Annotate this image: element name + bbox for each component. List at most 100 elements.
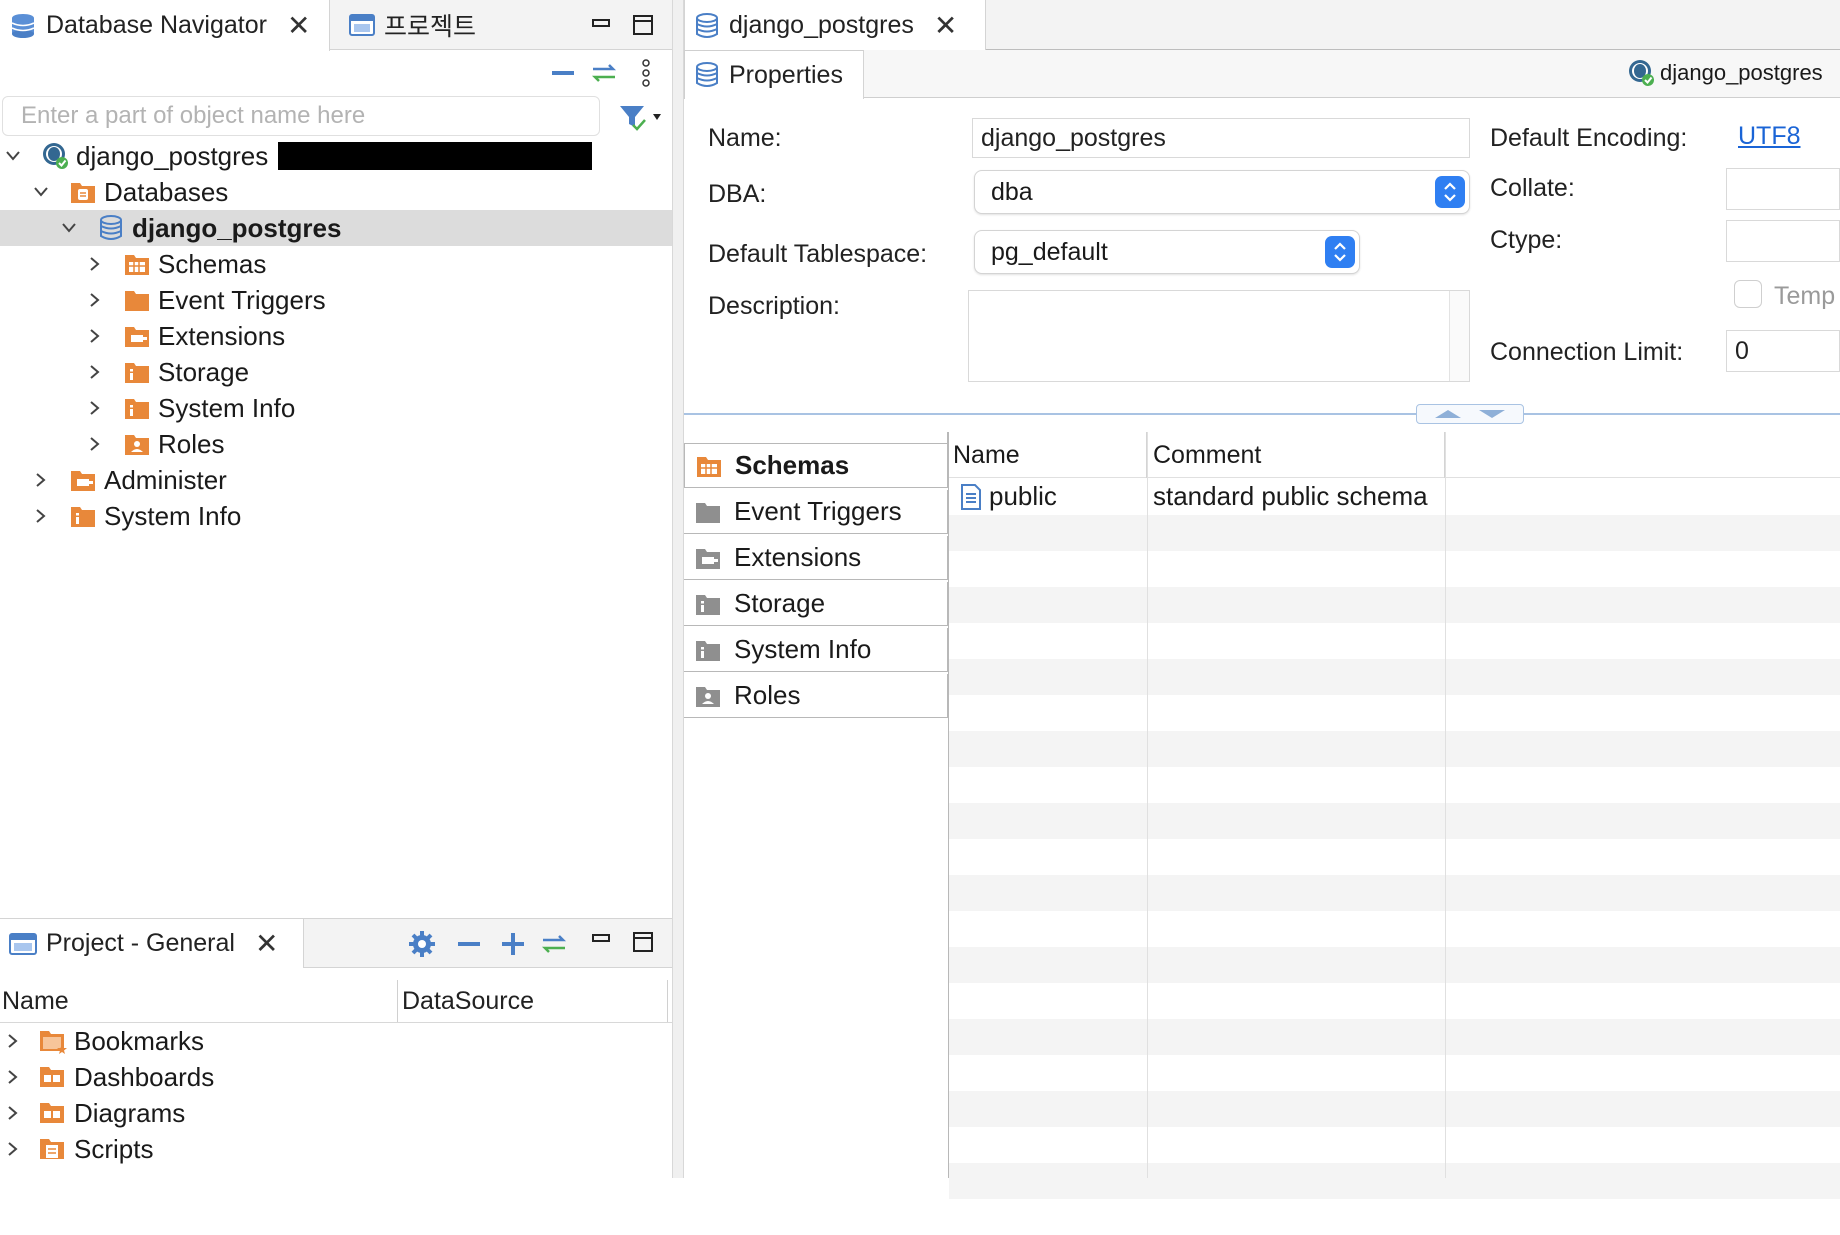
dba-select[interactable]: dba — [974, 170, 1470, 214]
section-event-triggers[interactable]: Event Triggers — [684, 490, 948, 534]
select-stepper-icon — [1325, 236, 1355, 268]
chevron-right-icon[interactable] — [82, 318, 108, 354]
chevron-right-icon[interactable] — [82, 390, 108, 426]
default-encoding-label: Default Encoding: — [1490, 124, 1688, 152]
default-tablespace-select[interactable]: pg_default — [974, 230, 1360, 274]
section-extensions[interactable]: Extensions — [684, 536, 948, 580]
chevron-down-icon[interactable] — [56, 210, 82, 246]
minimize-button[interactable] — [588, 12, 614, 38]
section-label: Extensions — [734, 542, 862, 572]
tab-django-postgres-editor[interactable]: django_postgres ✕ — [684, 0, 986, 51]
collapse-all-icon[interactable] — [454, 931, 484, 957]
info-folder-icon — [694, 591, 722, 617]
default-encoding-link[interactable]: UTF8 — [1738, 122, 1801, 151]
tab-project[interactable]: 프로젝트 — [340, 0, 490, 50]
database-editor-pane: django_postgres ✕ Properties django_post… — [684, 0, 1840, 1199]
link-with-editor-icon[interactable] — [538, 929, 570, 959]
close-icon[interactable]: ✕ — [287, 9, 310, 42]
chevron-right-icon[interactable] — [0, 1095, 26, 1131]
table-row-empty — [949, 623, 1840, 659]
chevron-right-icon[interactable] — [0, 1131, 26, 1167]
tree-item-database-selected[interactable]: django_postgres — [0, 210, 672, 246]
extensions-folder-icon — [122, 322, 152, 350]
form-splitter[interactable] — [684, 413, 1840, 415]
table-row-empty — [949, 515, 1840, 551]
project-item-scripts[interactable]: Scripts — [0, 1131, 672, 1167]
link-with-editor-icon[interactable] — [588, 58, 620, 88]
section-system-info[interactable]: System Info — [684, 628, 948, 672]
tree-item-roles[interactable]: Roles — [0, 426, 672, 462]
tab-label: Database Navigator — [46, 11, 267, 39]
tree-item-schemas[interactable]: Schemas — [0, 246, 672, 282]
project-item-bookmarks[interactable]: Bookmarks — [0, 1023, 672, 1059]
chevron-right-icon[interactable] — [28, 498, 54, 534]
tree-item-label: Schemas — [158, 248, 267, 279]
chevron-right-icon[interactable] — [82, 282, 108, 318]
collapse-up-icon[interactable] — [1433, 409, 1463, 419]
section-label: Schemas — [735, 450, 850, 480]
tree-item-connection[interactable]: django_postgres — [0, 138, 672, 174]
connection-limit-field[interactable]: 0 — [1726, 330, 1840, 372]
tab-properties[interactable]: Properties — [684, 50, 864, 99]
database-icon — [693, 12, 721, 40]
expand-all-icon[interactable] — [498, 929, 528, 959]
minimize-button[interactable] — [588, 927, 614, 953]
tree-item-storage[interactable]: Storage — [0, 354, 672, 390]
maximize-button[interactable] — [630, 929, 656, 955]
view-menu-icon[interactable] — [636, 56, 656, 90]
chevron-right-icon[interactable] — [82, 354, 108, 390]
tree-item-administer[interactable]: Administer — [0, 462, 672, 498]
tab-project-general[interactable]: Project - General ✕ — [0, 919, 304, 968]
active-connection-badge[interactable]: django_postgres — [1626, 58, 1823, 88]
dba-label: DBA: — [708, 180, 767, 208]
close-icon[interactable]: ✕ — [934, 9, 957, 42]
folder-icon — [122, 286, 152, 314]
chevron-right-icon[interactable] — [0, 1059, 26, 1095]
chevron-right-icon[interactable] — [82, 246, 108, 282]
chevron-right-icon[interactable] — [28, 462, 54, 498]
column-header-comment[interactable]: Comment — [1153, 432, 1445, 478]
section-storage[interactable]: Storage — [684, 582, 948, 626]
chevron-right-icon[interactable] — [82, 426, 108, 462]
tree-item-databases[interactable]: Databases — [0, 174, 672, 210]
tree-item-system-info[interactable]: System Info — [0, 390, 672, 426]
table-row-empty — [949, 1163, 1840, 1199]
section-schemas[interactable]: Schemas — [684, 444, 948, 488]
section-roles[interactable]: Roles — [684, 674, 948, 718]
filter-icon[interactable] — [616, 100, 666, 134]
collate-field[interactable] — [1726, 168, 1840, 210]
tree-item-extensions[interactable]: Extensions — [0, 318, 672, 354]
splitter-toggle[interactable] — [1416, 404, 1524, 424]
table-row-empty — [949, 1019, 1840, 1055]
project-item-dashboards[interactable]: Dashboards — [0, 1059, 672, 1095]
close-icon[interactable]: ✕ — [255, 927, 278, 960]
maximize-button[interactable] — [630, 12, 656, 38]
name-label: Name: — [708, 124, 782, 152]
chevron-right-icon[interactable] — [0, 1023, 26, 1059]
schema-document-icon — [959, 483, 983, 511]
pane-sash[interactable] — [672, 0, 684, 1178]
object-filter-input[interactable]: Enter a part of object name here — [2, 96, 600, 136]
name-field[interactable]: django_postgres — [972, 118, 1470, 158]
chevron-down-icon[interactable] — [28, 174, 54, 210]
tree-item-event-triggers[interactable]: Event Triggers — [0, 282, 672, 318]
table-row[interactable]: public standard public schema — [949, 479, 1840, 515]
tree-item-connection-system-info[interactable]: System Info — [0, 498, 672, 534]
ctype-field[interactable] — [1726, 220, 1840, 262]
column-header-name[interactable]: Name — [2, 980, 398, 1022]
gear-icon[interactable] — [406, 929, 438, 959]
project-item-diagrams[interactable]: Diagrams — [0, 1095, 672, 1131]
tab-label: django_postgres — [729, 11, 914, 39]
table-row-empty — [949, 839, 1840, 875]
tab-database-navigator[interactable]: Database Navigator ✕ — [0, 0, 330, 51]
chevron-down-icon[interactable] — [0, 138, 26, 174]
template-checkbox[interactable] — [1734, 280, 1762, 308]
column-header-datasource[interactable]: DataSource — [402, 980, 668, 1022]
collapse-all-icon[interactable] — [548, 58, 578, 88]
description-textarea[interactable] — [968, 290, 1470, 382]
description-scrollbar[interactable] — [1449, 291, 1469, 381]
editor-tab-bar: django_postgres ✕ — [684, 0, 1840, 51]
collapse-down-icon[interactable] — [1477, 409, 1507, 419]
column-header-name[interactable]: Name — [953, 432, 1147, 478]
connection-badge-label: django_postgres — [1660, 60, 1823, 85]
